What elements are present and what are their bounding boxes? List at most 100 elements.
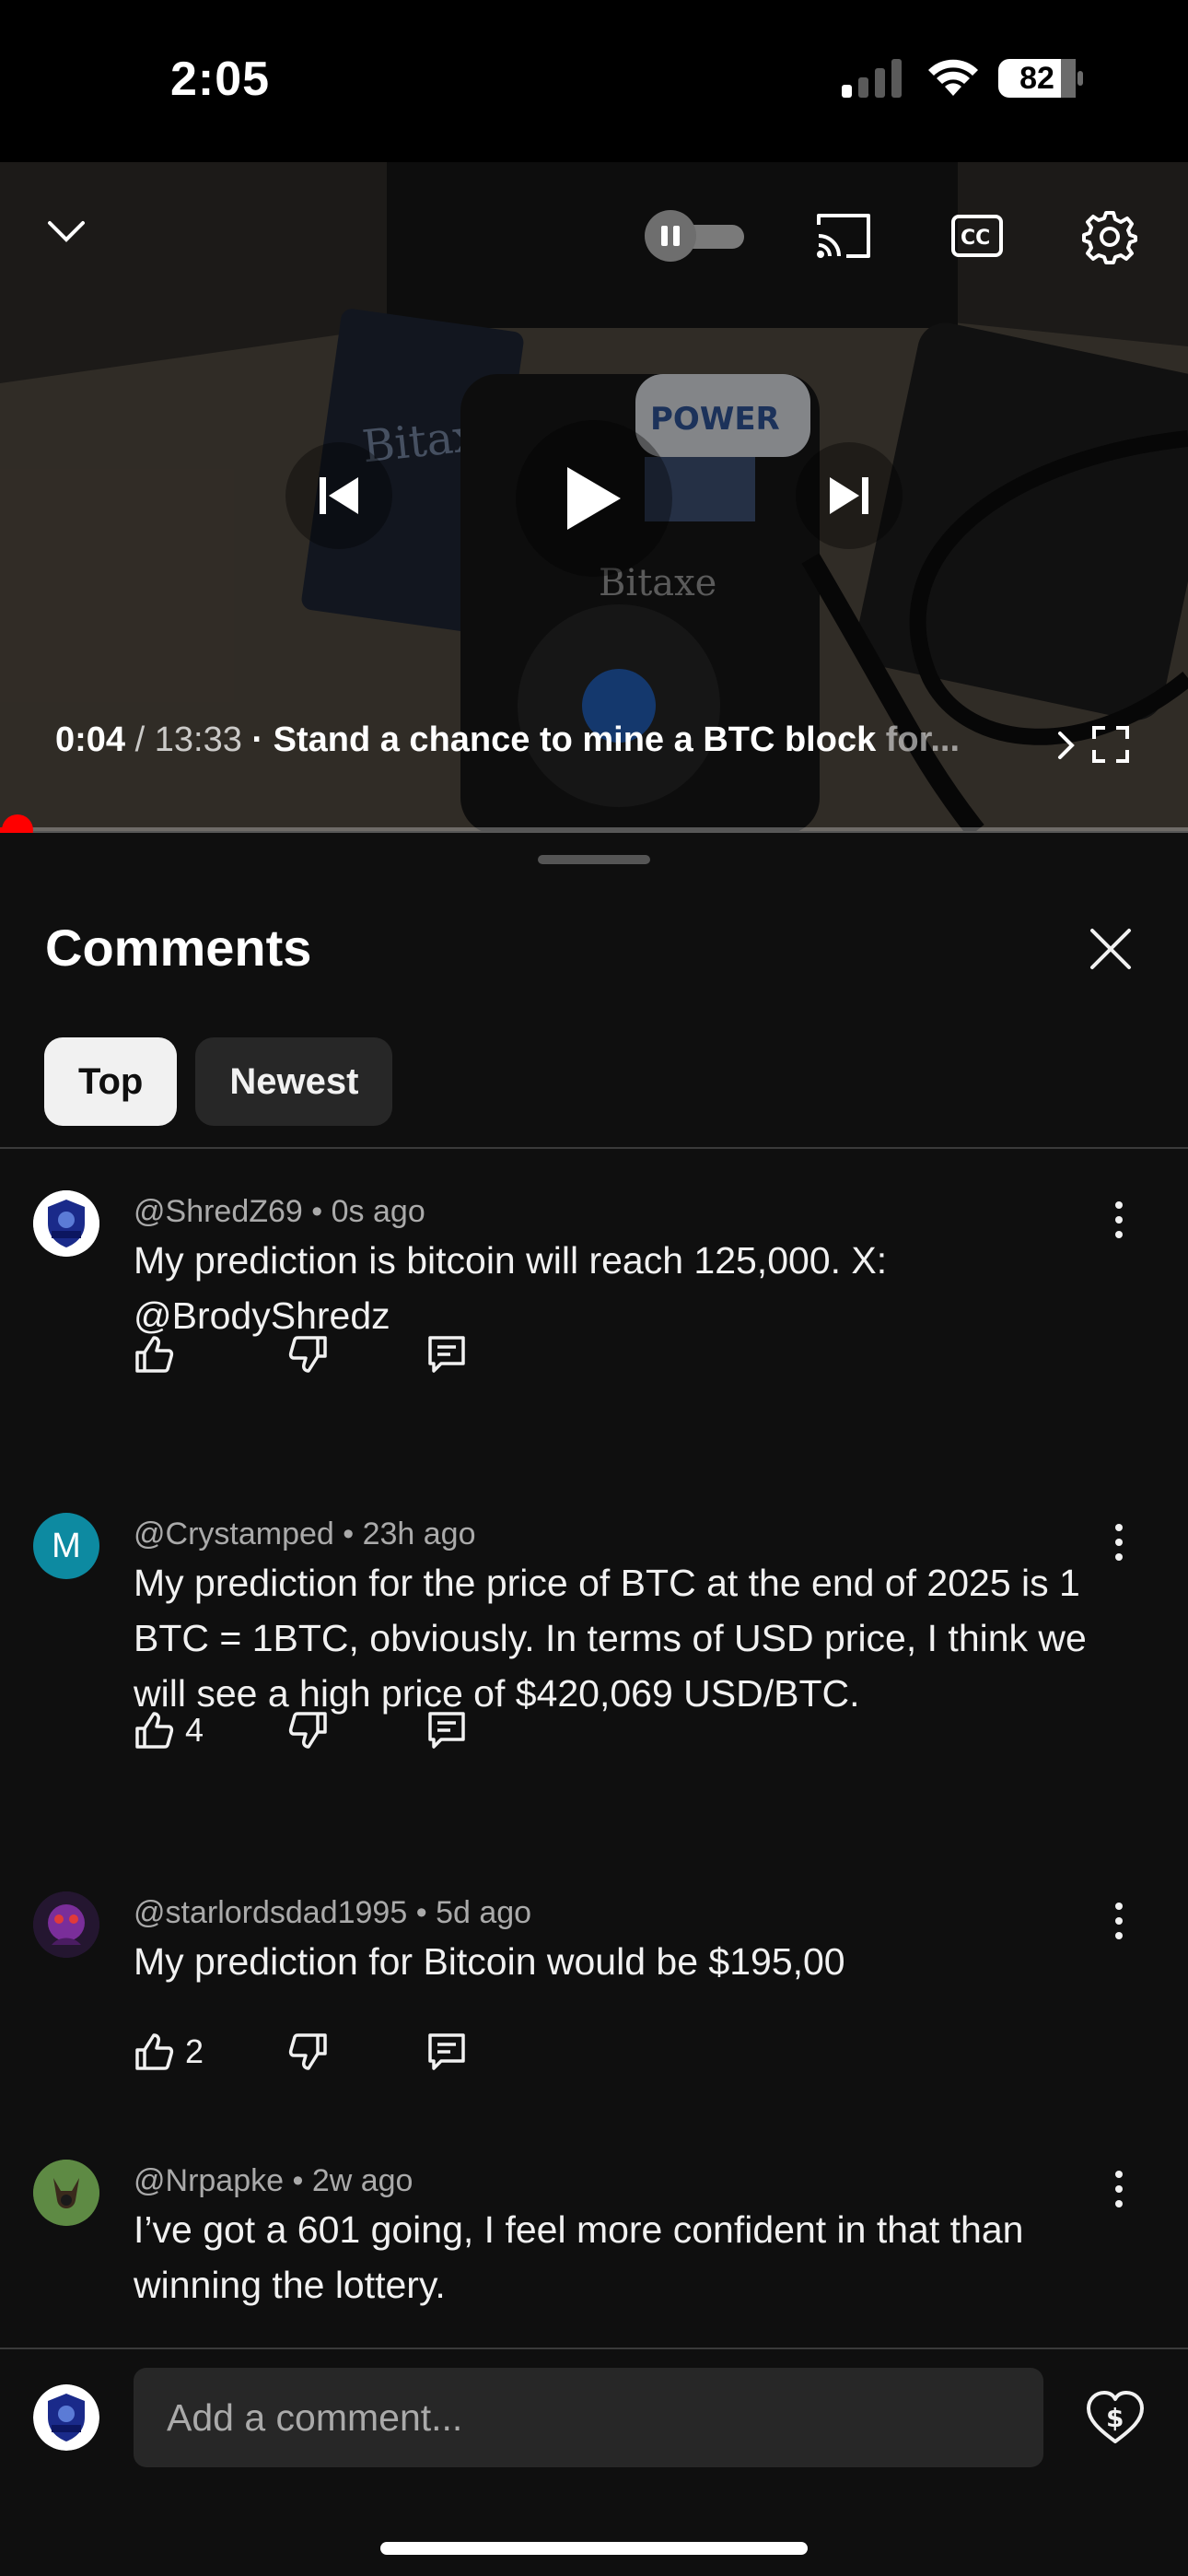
autoplay-toggle[interactable]: [645, 210, 748, 262]
video-description-chevron[interactable]: [1050, 724, 1083, 767]
more-vert-icon: [1115, 1524, 1123, 1561]
comment-author[interactable]: @ShredZ69: [134, 1194, 303, 1229]
comment-author-avatar[interactable]: [33, 1891, 99, 1958]
thumbs-up-icon: [135, 1336, 174, 1373]
comment-meta: @starlordsdad1995 • 5d ago: [134, 1895, 532, 1930]
sheet-drag-handle[interactable]: [538, 855, 650, 864]
close-comments-button[interactable]: [1083, 921, 1138, 977]
comment-text: I’ve got a 601 going, I feel more confid…: [134, 2208, 1024, 2306]
video-title-truncated: for...: [885, 720, 961, 759]
comment-author[interactable]: @Nrpapke: [134, 2163, 284, 2198]
comment-text: My prediction for the price of BTC at th…: [134, 1562, 1087, 1715]
previous-video-button[interactable]: [285, 442, 392, 549]
reply-button[interactable]: [426, 1334, 467, 1375]
settings-button[interactable]: [1077, 205, 1142, 269]
wifi-icon: [928, 59, 978, 96]
video-player[interactable]: Bitaxe POWER Bitaxe CC 0:04 / 13:33 · St…: [0, 162, 1188, 831]
thumbs-down-icon: [288, 2033, 327, 2070]
comment-meta: @Nrpapke • 2w ago: [134, 2163, 413, 2198]
skip-previous-icon: [320, 477, 358, 514]
status-bar: 2:05 82: [0, 0, 1188, 162]
video-title: Stand a chance to mine a BTC block: [273, 720, 886, 759]
comments-title: Comments: [45, 919, 312, 977]
reply-icon: [428, 1712, 465, 1749]
comment-meta: @Crystamped • 23h ago: [134, 1516, 476, 1551]
comment-text: My prediction for Bitcoin would be $195,…: [134, 1940, 845, 1983]
shield-logo-avatar-icon: [33, 2384, 99, 2451]
super-thanks-button[interactable]: $: [1085, 2388, 1146, 2449]
comment-item: @starlordsdad1995 • 5d ago My prediction…: [0, 1886, 1188, 2144]
title-separator: ·: [241, 720, 274, 759]
comment-time: 0s ago: [331, 1194, 425, 1229]
close-icon: [1090, 929, 1131, 969]
comment-item: M @Crystamped • 23h ago My prediction fo…: [0, 1507, 1188, 1867]
comment-more-button[interactable]: [1105, 1198, 1133, 1244]
current-time: 0:04: [55, 720, 126, 759]
comments-panel: Comments Top Newest @ShredZ69 • 0s ago M…: [0, 833, 1188, 2576]
next-video-button[interactable]: [796, 442, 903, 549]
comment-time: 5d ago: [436, 1895, 532, 1930]
comment-more-button[interactable]: [1105, 2167, 1133, 2213]
cast-icon: [817, 214, 870, 258]
add-comment-placeholder: Add a comment...: [167, 2395, 463, 2439]
reply-button[interactable]: [426, 1710, 467, 1751]
chevron-right-icon: [1058, 732, 1075, 759]
cellular-signal-icon: [842, 59, 902, 98]
video-time-and-title[interactable]: 0:04 / 13:33 · Stand a chance to mine a …: [55, 720, 1031, 760]
reply-button[interactable]: [426, 2032, 467, 2072]
more-vert-icon: [1115, 1903, 1123, 1939]
avatar-letter: M: [52, 1526, 81, 1565]
comment-meta: @ShredZ69 • 0s ago: [134, 1194, 425, 1229]
dislike-button[interactable]: [288, 1334, 426, 1375]
reply-icon: [428, 2033, 465, 2070]
like-count: 4: [185, 1711, 204, 1749]
comment-more-button[interactable]: [1105, 1520, 1133, 1566]
heart-dollar-icon: $: [1087, 2391, 1144, 2443]
reply-icon: [428, 1336, 465, 1373]
fullscreen-icon: [1092, 726, 1129, 763]
comment-author-avatar[interactable]: M: [33, 1513, 99, 1579]
sort-chip-newest[interactable]: Newest: [195, 1037, 393, 1126]
comment-time: 23h ago: [362, 1516, 476, 1551]
like-button[interactable]: 2: [134, 2032, 288, 2072]
svg-text:$: $: [1106, 2403, 1124, 2433]
like-count: 2: [185, 2032, 204, 2070]
fullscreen-button[interactable]: [1087, 719, 1135, 770]
sort-chip-top[interactable]: Top: [44, 1037, 178, 1126]
thumbs-up-icon: [135, 1712, 174, 1749]
comment-author-avatar[interactable]: [33, 1190, 99, 1257]
like-button[interactable]: 4: [134, 1710, 288, 1751]
comment-author[interactable]: @Crystamped: [134, 1516, 334, 1551]
dislike-button[interactable]: [288, 2032, 426, 2072]
comment-actions: [134, 1327, 467, 1382]
chevron-down-icon: [48, 221, 85, 242]
more-vert-icon: [1115, 2171, 1123, 2207]
play-button[interactable]: [516, 420, 672, 577]
thumbs-up-icon: [135, 2033, 174, 2070]
my-avatar: [33, 2384, 99, 2451]
purple-character-avatar-icon: [33, 1891, 99, 1958]
home-indicator[interactable]: [380, 2542, 808, 2555]
comment-item: @Nrpapke • 2w ago I’ve got a 601 going, …: [0, 2154, 1188, 2348]
comment-author-avatar[interactable]: [33, 2160, 99, 2226]
comment-actions: 4: [134, 1703, 467, 1758]
closed-captions-icon: CC: [951, 215, 1003, 257]
comment-actions: 2: [134, 2024, 467, 2079]
comment-author[interactable]: @starlordsdad1995: [134, 1895, 407, 1930]
comment-more-button[interactable]: [1105, 1899, 1133, 1945]
more-vert-icon: [1115, 1201, 1123, 1238]
like-button[interactable]: [134, 1334, 288, 1375]
minimize-player-button[interactable]: [37, 203, 96, 262]
dislike-button[interactable]: [288, 1710, 426, 1751]
gear-icon: [1082, 211, 1137, 264]
status-time: 2:05: [170, 53, 271, 106]
add-comment-input[interactable]: Add a comment...: [134, 2368, 1043, 2467]
captions-button[interactable]: CC: [947, 208, 1007, 263]
shield-logo-avatar-icon: [33, 1190, 99, 1257]
dog-photo-avatar-icon: [33, 2160, 99, 2226]
svg-text:CC: CC: [961, 227, 990, 250]
divider: [0, 1147, 1188, 1149]
battery-level: 82: [1019, 60, 1054, 96]
thumbs-down-icon: [288, 1336, 327, 1373]
cast-button[interactable]: [810, 206, 877, 265]
